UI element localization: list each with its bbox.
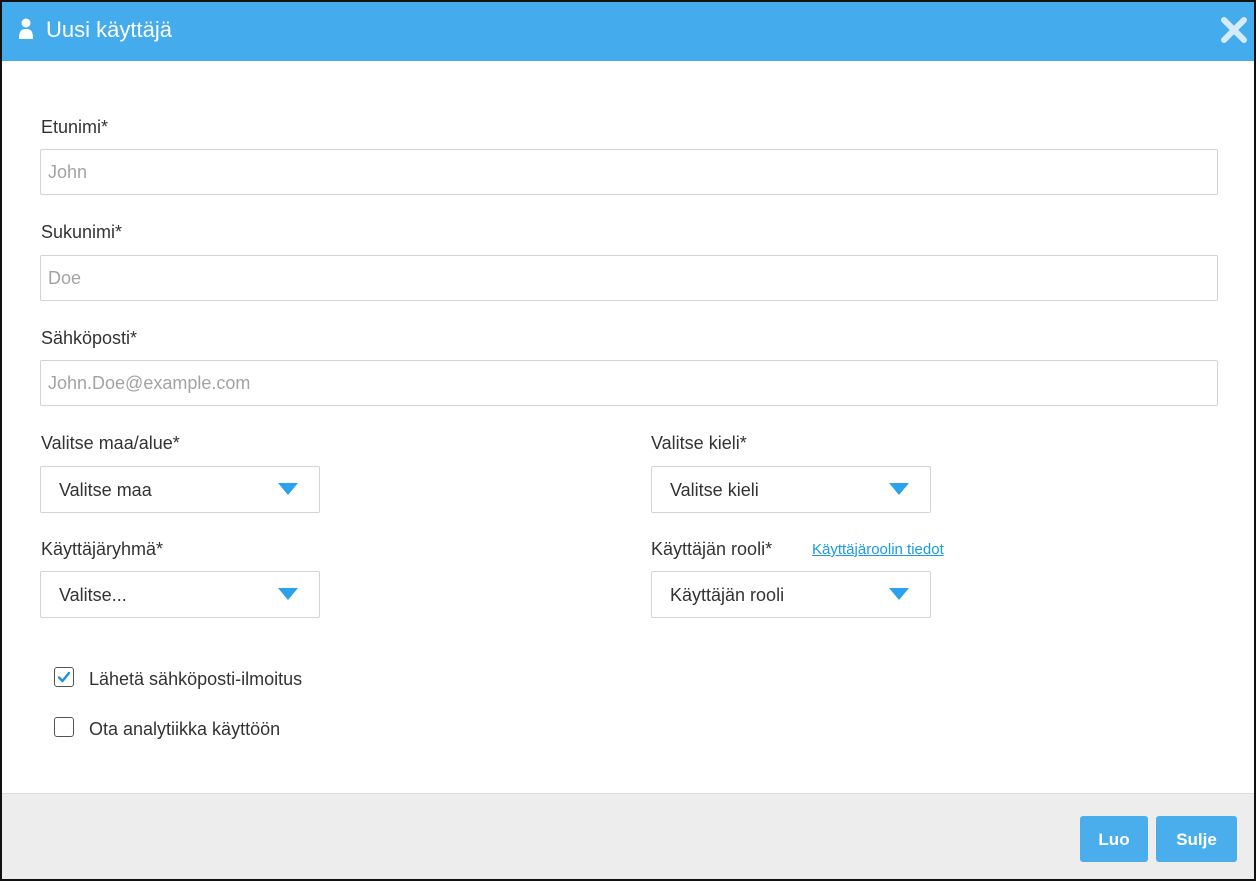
send-email-checkbox[interactable] — [54, 667, 74, 687]
country-select[interactable]: Valitse maa — [40, 466, 320, 513]
email-input[interactable] — [40, 360, 1218, 406]
dialog-footer: Luo Sulje — [2, 793, 1254, 879]
language-selected-value: Valitse kieli — [670, 480, 759, 500]
enable-analytics-label: Ota analytiikka käyttöön — [89, 719, 281, 739]
chevron-down-icon — [278, 588, 298, 600]
language-label: Valitse kieli* — [651, 433, 747, 453]
user-icon — [19, 18, 33, 39]
email-label: Sähköposti* — [41, 328, 138, 348]
user-role-selected-value: Käyttäjän rooli — [670, 585, 785, 605]
user-group-selected-value: Valitse... — [59, 585, 127, 605]
language-select[interactable]: Valitse kieli — [651, 466, 931, 513]
first-name-label: Etunimi* — [41, 117, 109, 137]
checkmark-icon — [57, 671, 71, 683]
user-role-label: Käyttäjän rooli* — [651, 539, 773, 559]
close-icon[interactable] — [1220, 16, 1248, 44]
user-role-select[interactable]: Käyttäjän rooli — [651, 571, 931, 618]
country-selected-value: Valitse maa — [59, 480, 152, 500]
new-user-dialog: Uusi käyttäjä Etunimi* Sukunimi* Sähköpo… — [0, 0, 1256, 881]
chevron-down-icon — [889, 483, 909, 495]
last-name-label: Sukunimi* — [41, 222, 123, 242]
chevron-down-icon — [889, 588, 909, 600]
chevron-down-icon — [278, 483, 298, 495]
create-button[interactable]: Luo — [1080, 816, 1148, 862]
dialog-title-bar: Uusi käyttäjä — [2, 2, 1254, 61]
user-group-select[interactable]: Valitse... — [40, 571, 320, 618]
country-label: Valitse maa/alue* — [41, 433, 180, 453]
user-group-label: Käyttäjäryhmä* — [41, 539, 164, 559]
enable-analytics-checkbox[interactable] — [54, 717, 74, 737]
send-email-label: Lähetä sähköposti-ilmoitus — [89, 669, 303, 689]
last-name-input[interactable] — [40, 255, 1218, 301]
first-name-input[interactable] — [40, 149, 1218, 195]
close-button[interactable]: Sulje — [1156, 816, 1237, 862]
dialog-title: Uusi käyttäjä — [46, 17, 172, 42]
user-role-info-link[interactable]: Käyttäjäroolin tiedot — [812, 540, 944, 560]
